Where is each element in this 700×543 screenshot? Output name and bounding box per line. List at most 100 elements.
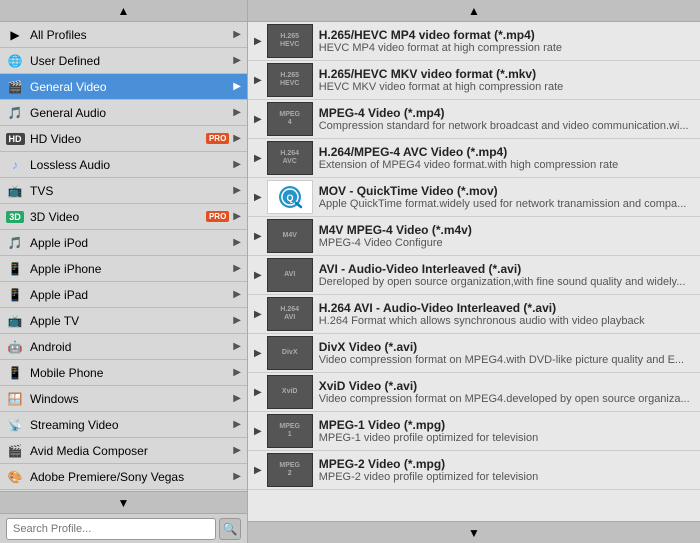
3d-icon: 3D [6,208,24,226]
right-list: ▶ H.265 HEVC H.265/HEVC MP4 video format (… [248,22,700,521]
right-list-item[interactable]: ▶M4VM4V MPEG-4 Video (*.m4v)MPEG-4 Video… [248,217,700,256]
item-arrow: ▶ [233,341,241,352]
right-list-item[interactable]: ▶XviDXviD Video (*.avi)Video compression… [248,373,700,412]
format-text: H.265/HEVC MKV video format (*.mkv)HEVC … [319,67,694,93]
sidebar-item-3d-video[interactable]: 3D3D VideoPRO▶ [0,204,247,230]
right-list-item[interactable]: ▶ QMOV - QuickTime Video (*.mov)Apple Qui… [248,178,700,217]
right-scroll-up[interactable]: ▲ [248,0,700,22]
format-description: MPEG-1 video profile optimized for telev… [319,432,694,444]
right-list-item[interactable]: ▶H.264 AVIH.264 AVI - Audio-Video Interl… [248,295,700,334]
right-list-item[interactable]: ▶H.264 AVCH.264/MPEG-4 AVC Video (*.mp4)… [248,139,700,178]
pro-badge: PRO [206,211,229,222]
format-text: AVI - Audio-Video Interleaved (*.avi)Der… [319,262,694,288]
format-thumbnail: Q [267,180,313,214]
right-list-item[interactable]: ▶H.265 HEVCH.265/HEVC MKV video format (… [248,61,700,100]
search-input[interactable] [6,518,216,540]
item-expand-arrow: ▶ [254,75,262,86]
format-title: MPEG-4 Video (*.mp4) [319,106,694,120]
mobile-icon: 📱 [6,364,24,382]
sidebar-item-apple-iphone[interactable]: 📱Apple iPhone▶ [0,256,247,282]
sidebar-item-label: Android [30,340,229,354]
format-title: H.264/MPEG-4 AVC Video (*.mp4) [319,145,694,159]
format-title: H.265/HEVC MP4 video format (*.mp4) [319,28,694,42]
sidebar-item-user-defined[interactable]: 🌐User Defined▶ [0,48,247,74]
item-expand-arrow: ▶ [254,309,262,320]
format-title: MPEG-1 Video (*.mpg) [319,418,694,432]
left-scroll-up[interactable]: ▲ [0,0,247,22]
android-icon: 🤖 [6,338,24,356]
format-description: H.264 Format which allows synchronous au… [319,315,694,327]
search-button[interactable]: 🔍 [219,518,241,540]
stream-icon: 📡 [6,416,24,434]
main-container: ▲ ▶All Profiles▶🌐User Defined▶🎬General V… [0,0,700,543]
sidebar-item-mobile-phone[interactable]: 📱Mobile Phone▶ [0,360,247,386]
item-arrow: ▶ [233,471,241,482]
right-list-item[interactable]: ▶AVIAVI - Audio-Video Interleaved (*.avi… [248,256,700,295]
format-description: Apple QuickTime format.widely used for n… [319,198,694,210]
left-scroll-down[interactable]: ▼ [0,491,247,513]
sidebar-item-label: Lossless Audio [30,158,229,172]
right-scroll-down-arrow: ▼ [468,526,480,540]
item-arrow: ▶ [233,133,241,144]
sidebar-item-apple-tv[interactable]: 📺Apple TV▶ [0,308,247,334]
format-title: AVI - Audio-Video Interleaved (*.avi) [319,262,694,276]
right-list-item[interactable]: ▶DivXDivX Video (*.avi)Video compression… [248,334,700,373]
sidebar-item-windows[interactable]: 🪟Windows▶ [0,386,247,412]
sidebar-item-avid-media-composer[interactable]: 🎬Avid Media Composer▶ [0,438,247,464]
ipod-icon: 🎵 [6,234,24,252]
right-list-item[interactable]: ▶MPEG 2MPEG-2 Video (*.mpg)MPEG-2 video … [248,451,700,490]
right-list-item[interactable]: ▶MPEG 1MPEG-1 Video (*.mpg)MPEG-1 video … [248,412,700,451]
sidebar-item-apple-ipod[interactable]: 🎵 Apple iPod ▶ [0,230,247,256]
windows-icon: 🪟 [6,390,24,408]
avid-icon: 🎬 [6,442,24,460]
sidebar-item-label: Apple iPod [30,236,229,250]
sidebar-item-label: 3D Video [30,210,203,224]
format-thumbnail: MPEG 4 [267,102,313,136]
tvs-icon: 📺 [6,182,24,200]
sidebar-item-hd-video[interactable]: HDHD VideoPRO▶ [0,126,247,152]
search-icon: 🔍 [223,522,238,536]
sidebar-item-label: Adobe Premiere/Sony Vegas [30,470,229,484]
format-text: MOV - QuickTime Video (*.mov)Apple Quick… [319,184,694,210]
format-title: M4V MPEG-4 Video (*.m4v) [319,223,694,237]
right-scroll-down[interactable]: ▼ [248,521,700,543]
format-thumbnail: H.264 AVC [267,141,313,175]
sidebar-item-streaming-video[interactable]: 📡Streaming Video▶ [0,412,247,438]
sidebar-item-label: Avid Media Composer [30,444,229,458]
item-arrow: ▶ [233,55,241,66]
sidebar-item-lossless-audio[interactable]: ♪Lossless Audio▶ [0,152,247,178]
format-text: H.264/MPEG-4 AVC Video (*.mp4)Extension … [319,145,694,171]
format-description: Compression standard for network broadca… [319,120,694,132]
item-expand-arrow: ▶ [254,231,262,242]
item-arrow: ▶ [233,159,241,170]
item-expand-arrow: ▶ [254,387,262,398]
sidebar-item-general-video[interactable]: 🎬General Video▶ [0,74,247,100]
item-arrow: ▶ [233,81,241,92]
format-title: H.265/HEVC MKV video format (*.mkv) [319,67,694,81]
sidebar-item-label: Windows [30,392,229,406]
item-expand-arrow: ▶ [254,348,262,359]
item-expand-arrow: ▶ [254,192,262,203]
sidebar-item-android[interactable]: 🤖 Android ▶ [0,334,247,360]
format-title: XviD Video (*.avi) [319,379,694,393]
sidebar-item-all-profiles[interactable]: ▶All Profiles▶ [0,22,247,48]
sidebar-item-tvs[interactable]: 📺TVS▶ [0,178,247,204]
sidebar-item-general-audio[interactable]: 🎵General Audio▶ [0,100,247,126]
right-list-item[interactable]: ▶H.265 HEVCH.265/HEVC MP4 video format (… [248,22,700,61]
item-arrow: ▶ [233,107,241,118]
right-scroll-up-arrow: ▲ [468,4,480,18]
format-description: Extension of MPEG4 video format.with hig… [319,159,694,171]
right-list-item[interactable]: ▶MPEG 4MPEG-4 Video (*.mp4)Compression s… [248,100,700,139]
format-thumbnail: H.265 HEVC [267,63,313,97]
item-arrow: ▶ [233,315,241,326]
format-thumbnail: MPEG 2 [267,453,313,487]
sidebar-item-adobe-premiere[interactable]: 🎨Adobe Premiere/Sony Vegas▶ [0,464,247,490]
format-thumbnail: AVI [267,258,313,292]
format-text: MPEG-2 Video (*.mpg)MPEG-2 video profile… [319,457,694,483]
item-expand-arrow: ▶ [254,426,262,437]
sidebar-item-apple-ipad[interactable]: 📱Apple iPad▶ [0,282,247,308]
format-title: MPEG-2 Video (*.mpg) [319,457,694,471]
item-arrow: ▶ [233,237,241,248]
format-text: XviD Video (*.avi)Video compression form… [319,379,694,405]
audio-icon: 🎵 [6,104,24,122]
